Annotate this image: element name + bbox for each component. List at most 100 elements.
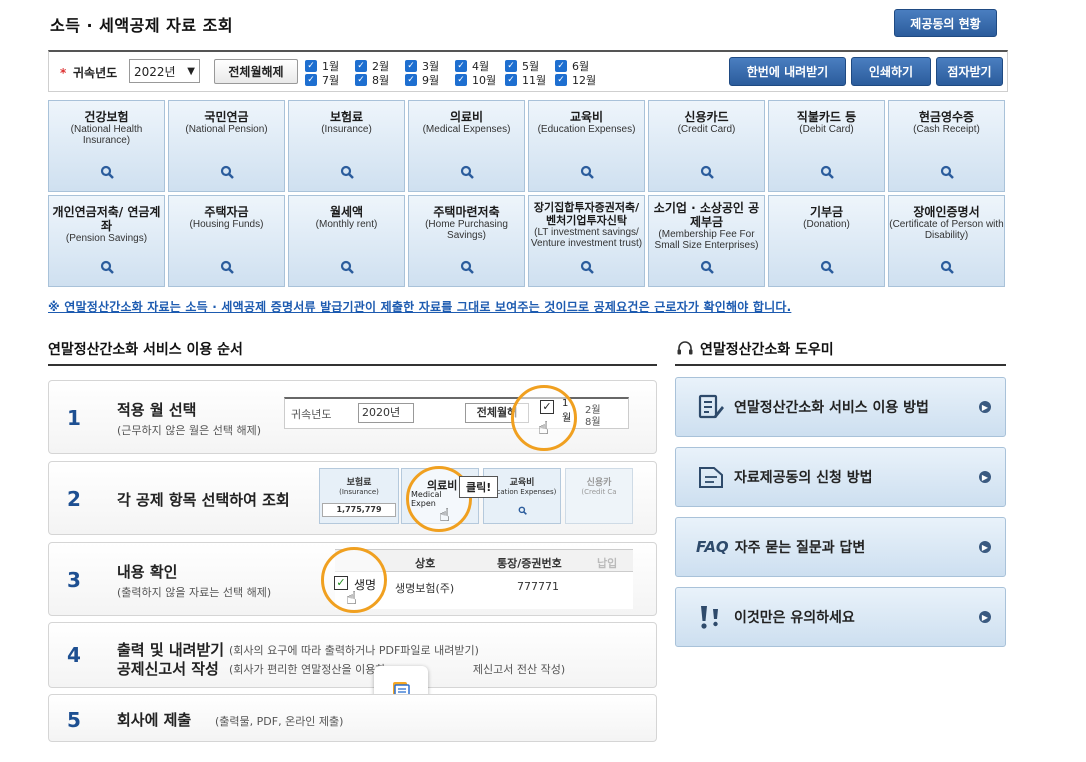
card-title: 국민연금 xyxy=(204,110,249,124)
check-icon: ✓ xyxy=(555,60,567,72)
category-card-monthly-rent[interactable]: 월세액 (Monthly rent) xyxy=(288,195,405,287)
month-checkbox-10[interactable]: ✓ 10월 xyxy=(455,73,496,87)
arrow-right-icon: ▶ xyxy=(979,471,991,483)
month-checkbox-7[interactable]: ✓ 7월 xyxy=(305,73,339,87)
card-subtitle: (Cash Receipt) xyxy=(913,124,980,135)
step-title: 출력 및 내려받기 xyxy=(117,641,225,659)
step-desc: (근무하지 않은 월은 선택 해제) xyxy=(117,424,262,437)
braille-button[interactable]: 점자받기 xyxy=(936,57,1003,86)
category-card-health-insurance[interactable]: 건강보험 (National Health Insurance) xyxy=(48,100,165,192)
category-card-national-pension[interactable]: 국민연금 (National Pension) xyxy=(168,100,285,192)
headset-icon xyxy=(677,341,693,355)
month-checkbox-11[interactable]: ✓ 11월 xyxy=(505,73,546,87)
month-checkbox-3[interactable]: ✓ 3월 xyxy=(405,59,439,73)
category-card-lt-investment[interactable]: 장기집합투자증권저축/ 벤처기업투자신탁 (LT investment savi… xyxy=(528,195,645,287)
search-icon xyxy=(220,260,234,274)
card-title: 기부금 xyxy=(809,205,844,219)
category-card-donation[interactable]: 기부금 (Donation) xyxy=(768,195,885,287)
helper-faq[interactable]: FAQ 자주 묻는 질문과 답변 ▶ xyxy=(675,517,1006,577)
clear-all-months-button[interactable]: 전체월해제 xyxy=(214,59,298,84)
year-label: 귀속년도 xyxy=(73,66,118,80)
arrow-right-icon: ▶ xyxy=(979,541,991,553)
category-card-insurance[interactable]: 보험료 (Insurance) xyxy=(288,100,405,192)
exclamation-icon xyxy=(696,602,726,632)
category-card-cash-receipt[interactable]: 현금영수증 (Cash Receipt) xyxy=(888,100,1005,192)
bulk-download-button[interactable]: 한번에 내려받기 xyxy=(729,57,846,86)
faq-icon: FAQ xyxy=(696,538,729,556)
card-title: 장기집합투자증권저축/ 벤처기업투자신탁 xyxy=(533,201,640,227)
edit-icon xyxy=(696,392,726,422)
step-title: 회사에 제출 xyxy=(117,711,192,729)
check-icon: ✓ xyxy=(355,74,367,86)
step-number: 1 xyxy=(67,406,81,430)
month-checkboxes: ✓ 1월 ✓ 2월 ✓ 3월 ✓ 4월 ✓ 5월 ✓ 6월 ✓ 7월 ✓ 8월 ✓ 9월 ✓ 10월… xyxy=(305,57,645,87)
category-card-home-purchasing-savings[interactable]: 주택마련저축 (Home Purchasing Savings) xyxy=(408,195,525,287)
helper-usage-guide[interactable]: 연말정산간소화 서비스 이용 방법 ▶ xyxy=(675,377,1006,437)
step-5: 5 회사에 제출 (출력물, PDF, 온라인 제출) xyxy=(48,694,657,742)
illus-card-credit: 신용카 (Credit Ca xyxy=(565,468,633,524)
month-checkbox-8[interactable]: ✓ 8월 xyxy=(355,73,389,87)
step-desc: (회사의 요구에 따라 출력하거나 PDF파일로 내려받기) xyxy=(229,644,479,657)
month-checkbox-2[interactable]: ✓ 2월 xyxy=(355,59,389,73)
step-title: 내용 확인 xyxy=(117,563,178,581)
helper-label: 이것만은 유의하세요 xyxy=(734,610,855,626)
illus-row-label: 생명 xyxy=(354,578,377,592)
illus-card-title: 신용카 xyxy=(586,478,612,488)
illus-card-value: 1,775,779 xyxy=(322,503,396,517)
search-icon xyxy=(460,260,474,274)
step-number: 4 xyxy=(67,643,81,667)
card-title: 소기업 · 소상공인 공제부금 xyxy=(653,201,760,229)
notice-link[interactable]: ※ 연말정산간소화 자료는 소득 · 세액공제 증명서류 발급기관이 제출한 자… xyxy=(48,298,791,315)
card-title: 교육비 xyxy=(569,110,604,124)
card-title: 월세액 xyxy=(329,205,364,219)
category-card-education[interactable]: 교육비 (Education Expenses) xyxy=(528,100,645,192)
year-select[interactable]: 2022년 ▼ xyxy=(129,59,200,83)
helper-consent-guide[interactable]: 자료제공동의 신청 방법 ▶ xyxy=(675,447,1006,507)
search-icon xyxy=(518,506,527,515)
check-icon: ✓ xyxy=(405,74,417,86)
check-icon: ✓ xyxy=(405,60,417,72)
search-icon xyxy=(940,260,954,274)
month-checkbox-4[interactable]: ✓ 4월 xyxy=(455,59,489,73)
check-icon: ✓ xyxy=(455,74,467,86)
helper-title: 연말정산간소화 도우미 xyxy=(676,339,834,359)
card-title: 주택마련저축 xyxy=(433,205,500,219)
category-card-credit-card[interactable]: 신용카드 (Credit Card) xyxy=(648,100,765,192)
year-select-value: 2022년 xyxy=(134,64,176,79)
step-desc: (출력물, PDF, 온라인 제출) xyxy=(215,715,344,728)
category-card-small-enterprise[interactable]: 소기업 · 소상공인 공제부금 (Membership Fee For Smal… xyxy=(648,195,765,287)
search-icon xyxy=(220,165,234,179)
step-4: 4 출력 및 내려받기 (회사의 요구에 따라 출력하거나 PDF파일로 내려받… xyxy=(48,622,657,688)
category-card-disability-certificate[interactable]: 장애인증명서 (Certificate of Person with Disab… xyxy=(888,195,1005,287)
print-button[interactable]: 인쇄하기 xyxy=(851,57,931,86)
card-subtitle: (Education Expenses) xyxy=(537,124,636,135)
category-card-medical[interactable]: 의료비 (Medical Expenses) xyxy=(408,100,525,192)
month-checkbox-5[interactable]: ✓ 5월 xyxy=(505,59,539,73)
category-card-pension-savings[interactable]: 개인연금저축/ 연금계좌 (Pension Savings) xyxy=(48,195,165,287)
card-subtitle: (Certificate of Person with Disability) xyxy=(889,219,1004,241)
provider-consent-button[interactable]: 제공동의 현황 xyxy=(894,9,997,37)
search-icon xyxy=(700,165,714,179)
step-number: 3 xyxy=(67,568,81,592)
page-title: 소득 · 세액공제 자료 조회 xyxy=(50,16,234,35)
category-card-housing-funds[interactable]: 주택자금 (Housing Funds) xyxy=(168,195,285,287)
card-title: 주택자금 xyxy=(204,205,249,219)
step-3: 3 내용 확인 (출력하지 않을 자료는 선택 해제) 상호 통장/증권번호 납… xyxy=(48,542,657,616)
month-checkbox-12[interactable]: ✓ 12월 xyxy=(555,73,596,87)
card-subtitle: (National Health Insurance) xyxy=(70,124,143,146)
category-card-debit-card[interactable]: 직불카드 등 (Debit Card) xyxy=(768,100,885,192)
guide-divider xyxy=(48,364,657,366)
pointer-hand-icon: ☝ xyxy=(439,505,450,526)
check-icon: ✓ xyxy=(305,60,317,72)
card-subtitle: (Debit Card) xyxy=(799,124,854,135)
card-subtitle: (Credit Card) xyxy=(677,124,736,135)
month-checkbox-6[interactable]: ✓ 6월 xyxy=(555,59,589,73)
month-checkbox-9[interactable]: ✓ 9월 xyxy=(405,73,439,87)
card-subtitle: (Donation) xyxy=(803,219,850,230)
card-title: 의료비 xyxy=(449,110,484,124)
check-icon: ✓ xyxy=(505,60,517,72)
helper-label: 자료제공동의 신청 방법 xyxy=(734,470,873,486)
helper-label: 자주 묻는 질문과 답변 xyxy=(734,540,866,556)
helper-caution[interactable]: 이것만은 유의하세요 ▶ xyxy=(675,587,1006,647)
month-checkbox-1[interactable]: ✓ 1월 xyxy=(305,59,339,73)
